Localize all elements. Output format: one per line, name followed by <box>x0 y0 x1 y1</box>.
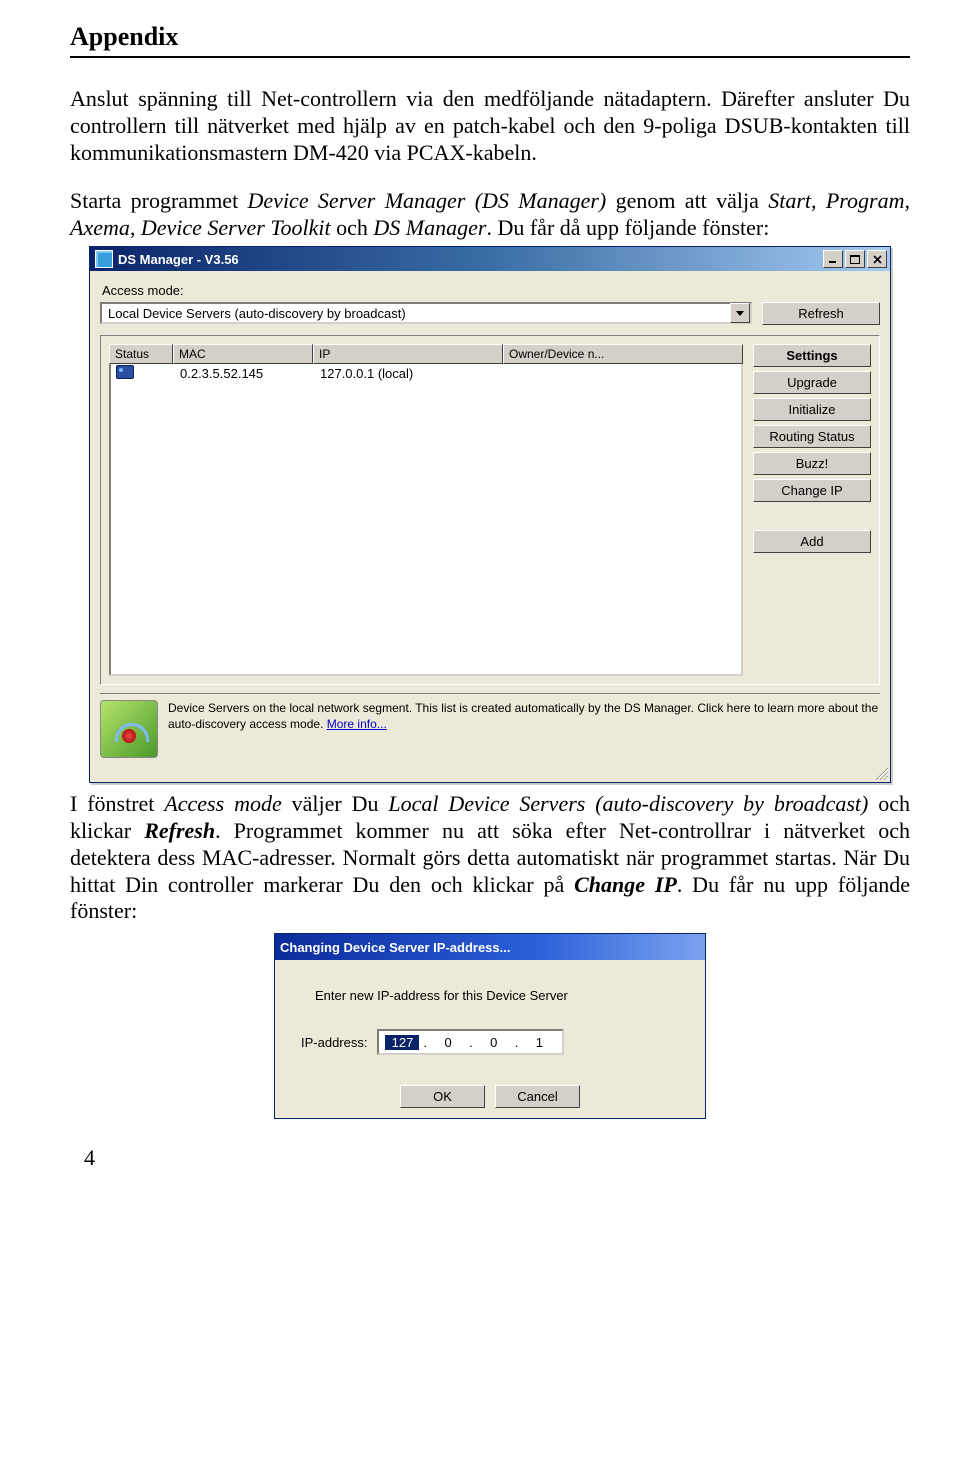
app-icon <box>95 250 113 268</box>
change-ip-button[interactable]: Change IP <box>753 479 871 502</box>
chevron-down-icon[interactable] <box>730 303 750 323</box>
page-number: 4 <box>84 1145 910 1171</box>
col-status[interactable]: Status <box>109 344 173 364</box>
antenna-icon <box>100 700 158 758</box>
refresh-button[interactable]: Refresh <box>762 302 880 325</box>
device-status-icon <box>116 365 134 379</box>
p3-i1: Access mode <box>164 791 281 816</box>
p3-bi2: Change IP <box>574 872 677 897</box>
p2-i3: DS Manager <box>373 215 486 240</box>
row-mac: 0.2.3.5.52.145 <box>175 366 315 381</box>
p2-a: Starta programmet <box>70 188 248 213</box>
p3-a: I fönstret <box>70 791 164 816</box>
buzz-button[interactable]: Buzz! <box>753 452 871 475</box>
paragraph-1: Anslut spänning till Net-controllern via… <box>70 86 910 166</box>
access-mode-combo[interactable]: Local Device Servers (auto-discovery by … <box>100 302 752 324</box>
initialize-button[interactable]: Initialize <box>753 398 871 421</box>
col-ip[interactable]: IP <box>313 344 503 364</box>
p3-bi1: Refresh <box>144 818 215 843</box>
dlg-message: Enter new IP-address for this Device Ser… <box>297 984 683 1029</box>
ds-manager-window: DS Manager - V3.56 Access mode: Local De… <box>89 246 891 783</box>
dlg-title: Changing Device Server IP-address... <box>280 940 702 955</box>
paragraph-2: Starta programmet Device Server Manager … <box>70 188 910 242</box>
ip-address-field[interactable]: 127.0.0.1 <box>377 1029 564 1055</box>
resize-grip-icon[interactable] <box>872 764 888 780</box>
ip-label: IP-address: <box>301 1035 367 1050</box>
col-mac[interactable]: MAC <box>173 344 313 364</box>
p3-i2: Local Device Servers (auto-discovery by … <box>388 791 868 816</box>
access-mode-value: Local Device Servers (auto-discovery by … <box>108 306 730 321</box>
paragraph-3: I fönstret Access mode väljer Du Local D… <box>70 791 910 925</box>
side-buttons: Settings Upgrade Initialize Routing Stat… <box>753 344 871 676</box>
cancel-button[interactable]: Cancel <box>495 1085 580 1108</box>
ip-octet-4[interactable]: 1 <box>522 1035 556 1050</box>
ok-button[interactable]: OK <box>400 1085 485 1108</box>
change-ip-dialog: Changing Device Server IP-address... Ent… <box>274 933 706 1119</box>
list-header: Status MAC IP Owner/Device n... <box>109 344 743 364</box>
close-button[interactable] <box>867 250 887 268</box>
ip-octet-3[interactable]: 0 <box>477 1035 511 1050</box>
minimize-button[interactable] <box>823 250 843 268</box>
maximize-button[interactable] <box>845 250 865 268</box>
col-owner[interactable]: Owner/Device n... <box>503 344 743 364</box>
p2-b: genom att välja <box>606 188 768 213</box>
p2-i1: Device Server Manager (DS Manager) <box>248 188 607 213</box>
device-list-group: Status MAC IP Owner/Device n... 0.2.3.5.… <box>100 335 880 685</box>
device-list[interactable]: 0.2.3.5.52.145 127.0.0.1 (local) <box>109 364 743 676</box>
appendix-heading: Appendix <box>70 22 910 58</box>
more-info-link[interactable]: More info... <box>327 717 387 731</box>
settings-button[interactable]: Settings <box>753 344 871 367</box>
table-row[interactable]: 0.2.3.5.52.145 127.0.0.1 (local) <box>111 364 741 382</box>
upgrade-button[interactable]: Upgrade <box>753 371 871 394</box>
row-ip: 127.0.0.1 (local) <box>315 366 505 381</box>
titlebar: DS Manager - V3.56 <box>90 247 890 271</box>
info-strip: Device Servers on the local network segm… <box>100 693 880 758</box>
access-mode-label: Access mode: <box>102 283 880 298</box>
window-title: DS Manager - V3.56 <box>118 252 821 267</box>
ip-octet-1[interactable]: 127 <box>385 1035 419 1050</box>
p2-d: . Du får då upp följande fönster: <box>486 215 769 240</box>
routing-status-button[interactable]: Routing Status <box>753 425 871 448</box>
info-msg: Device Servers on the local network segm… <box>168 701 878 731</box>
info-text: Device Servers on the local network segm… <box>168 700 880 732</box>
ip-octet-2[interactable]: 0 <box>431 1035 465 1050</box>
p2-c: och <box>331 215 374 240</box>
p3-b: väljer Du <box>282 791 389 816</box>
add-button[interactable]: Add <box>753 530 871 553</box>
dlg-titlebar: Changing Device Server IP-address... <box>275 934 705 960</box>
